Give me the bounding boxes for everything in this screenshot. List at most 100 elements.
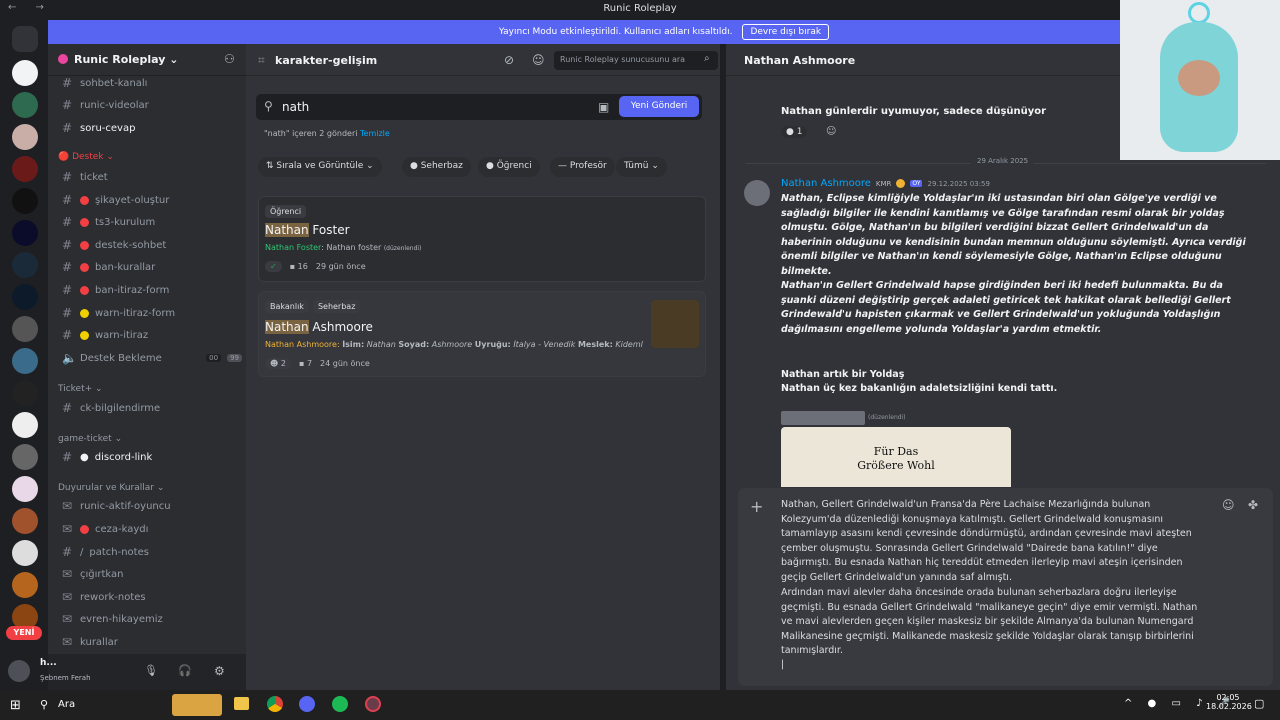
hash-icon: # [62,193,73,207]
tag-filter-ogrenci[interactable]: ● Öğrenci [478,157,540,177]
spotify-icon[interactable] [332,696,348,712]
clock[interactable]: 02:05 18.02.2026 [1206,693,1252,711]
message-input[interactable]: + ☺ ✤ Nathan, Gellert Grindelwald'un Fra… [738,488,1273,686]
search-icon[interactable]: ⚲ [40,698,48,711]
taskbar-search[interactable]: Ara [58,699,75,710]
channel-item[interactable]: # ban-kurallar [62,258,242,276]
clear-search-link[interactable]: Temizle [360,129,390,138]
channel-item[interactable]: ✉ ceza-kaydı [62,520,242,538]
people-icon[interactable]: ☺ [532,53,545,67]
emoji-icon[interactable]: ☺ [1222,498,1235,512]
tag-filter-all[interactable]: Tümü ⌄ [616,157,667,177]
disable-streamer-button[interactable]: Devre dışı bırak [742,24,830,40]
notification-icon[interactable]: ▢ [1254,697,1264,710]
speaker-icon: 🔈 [62,351,77,365]
windows-start-icon[interactable]: ⊞ [10,698,21,713]
settings-gear-icon[interactable]: ⚙ [214,664,225,678]
server-icon[interactable] [12,412,38,438]
discord-home-icon[interactable] [12,26,38,52]
tag-filter-profesor[interactable]: — Profesör [550,157,615,177]
channel-item[interactable]: # sohbet-kanalı [62,74,242,92]
checkmark-icon[interactable]: ✓ [265,261,282,272]
server-icon[interactable] [12,316,38,342]
chrome-icon[interactable] [267,696,283,712]
category-ticket[interactable]: Ticket+ ⌄ [58,384,103,394]
new-badge[interactable]: YENİ [6,626,42,640]
channel-item[interactable]: ✉ çığırtkan [62,565,242,583]
channel-item[interactable]: # ck-bilgilendirme [62,399,242,417]
author-name[interactable]: Nathan Ashmoore [781,178,871,189]
server-icon[interactable] [12,348,38,374]
forum-post-card[interactable]: Öğrenci Nathan Foster Nathan Foster: Nat… [258,196,706,282]
sort-view-button[interactable]: ⇅ Sırala ve Görüntüle ⌄ [258,157,382,177]
server-icon[interactable] [12,60,38,86]
channel-item[interactable]: # ban-itiraz-form [62,281,242,299]
category-duyurular[interactable]: Duyurular ve Kurallar ⌄ [58,483,164,493]
badge-icon [896,179,906,188]
channel-item[interactable]: # ● discord-link [62,448,242,466]
channel-item[interactable]: ✉ runic-aktif-oyuncu [62,497,242,515]
file-explorer-icon[interactable] [234,697,249,710]
message-header: Nathan Ashmoore KMR OY 29.12.2025 03:59 [781,178,990,189]
username[interactable]: h... [40,658,57,668]
channel-item[interactable]: # destek-sohbet [62,236,242,254]
reaction[interactable]: ☻ 2 [265,358,291,369]
channel-item[interactable]: ✉ rework-notes [62,588,242,606]
result-count: "nath" içeren 2 gönderi Temizle [264,129,390,138]
channel-item[interactable]: # / patch-notes [62,543,242,561]
mute-icon[interactable]: ⊘ [504,53,514,67]
channel-item[interactable]: # ticket [62,168,242,186]
server-icon[interactable] [12,92,38,118]
add-reaction-icon[interactable]: ☺ [826,126,836,137]
red-circle-icon [80,217,89,227]
post-thumbnail[interactable] [651,300,699,348]
server-icon[interactable] [12,476,38,502]
microphone-icon[interactable]: 🎙 [144,664,158,677]
channel-item[interactable]: # runic-videolar [62,96,242,114]
forum-post-card[interactable]: Bakanlık Seherbaz Nathan Ashmoore Nathan … [258,291,706,377]
server-icon[interactable] [12,444,38,470]
server-icon[interactable] [12,124,38,150]
server-icon[interactable] [12,540,38,566]
category-destek[interactable]: 🔴 Destek ⌄ [58,152,114,162]
server-icon[interactable] [12,188,38,214]
channel-item[interactable]: ✉ evren-hikayemiz [62,610,242,628]
server-search-input[interactable]: Runic Roleplay sunucusunu ara [554,51,718,70]
server-icon[interactable] [12,252,38,278]
avatar[interactable] [744,180,770,206]
discord-icon[interactable] [299,696,315,712]
channel-item-active[interactable]: # soru-cevap [62,119,242,137]
add-attachment-icon[interactable]: + [750,497,763,516]
avatar[interactable] [8,660,30,682]
apps-icon[interactable]: ✤ [1248,498,1258,512]
channel-item[interactable]: ✉ kurallar [62,633,242,651]
message-paragraph: Nathan, Eclipse kimliğiyle Yoldaşlar'ın … [781,193,1246,277]
channel-item[interactable]: # ts3-kurulum [62,213,242,231]
add-member-icon[interactable]: ⚇ [224,52,235,66]
server-header[interactable]: Runic Roleplay ⌄ [48,44,246,76]
new-post-button[interactable]: Yeni Gönderi [619,96,699,117]
server-icon[interactable] [12,380,38,406]
widgets-icon[interactable] [172,694,222,716]
red-circle-icon [80,262,89,272]
lock-icon: ● [80,451,89,463]
reaction[interactable]: ● 1 [781,126,808,138]
attached-image[interactable]: Für Das Größere Wohl [781,427,1011,487]
channel-item[interactable]: # şikayet-oluştur [62,191,242,209]
category-game-ticket[interactable]: game-ticket ⌄ [58,434,122,444]
server-icon[interactable] [12,508,38,534]
headphones-icon[interactable]: 🎧 [178,664,192,677]
hash-icon: # [62,450,73,464]
date-divider: 29 Aralık 2025 [971,157,1035,165]
media-icon[interactable]: ▣ [598,100,609,114]
app-icon[interactable] [365,696,381,712]
channel-item[interactable]: # warn-itiraz [62,326,242,344]
server-icon[interactable] [12,284,38,310]
server-icon[interactable] [12,220,38,246]
tag-filter-seherbaz[interactable]: ● Seherbaz [402,157,471,177]
timestamp: 29.12.2025 03:59 [927,179,990,188]
channel-item[interactable]: # warn-itiraz-form [62,304,242,322]
server-icon[interactable] [12,572,38,598]
voice-channel[interactable]: 🔈 Destek Bekleme 00 99 [62,349,242,367]
server-icon[interactable] [12,156,38,182]
